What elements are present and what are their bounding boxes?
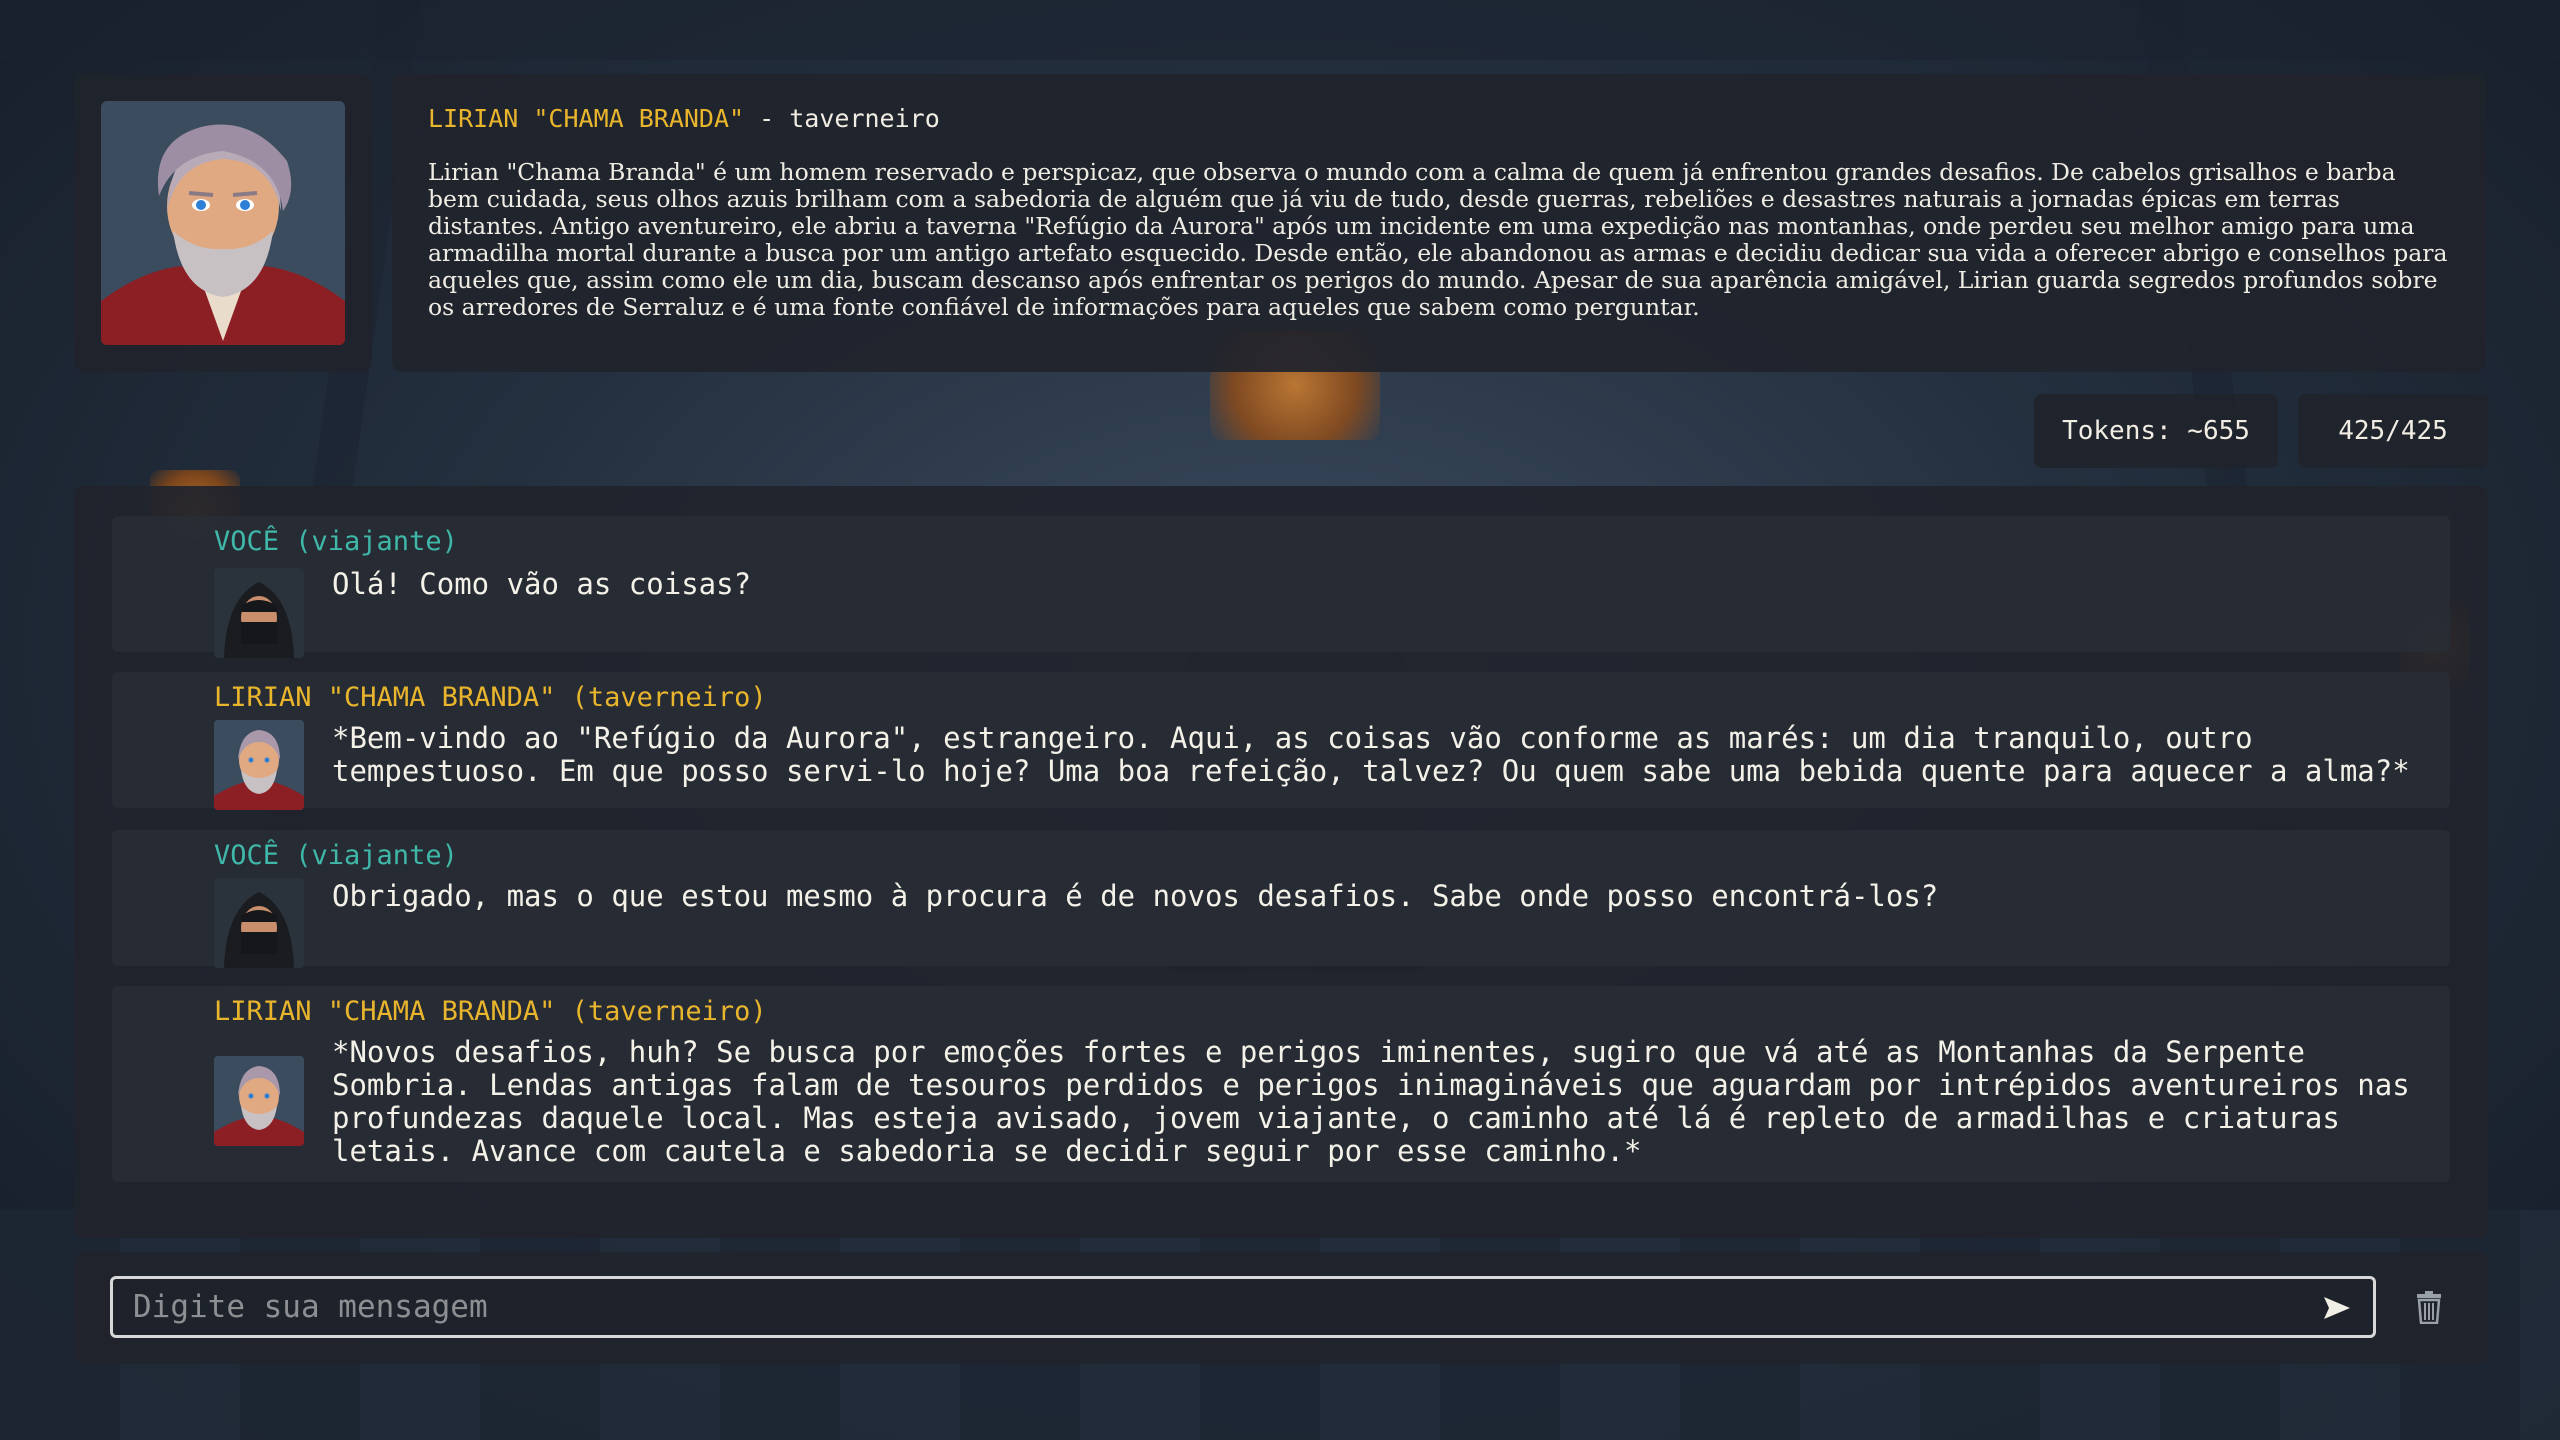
npc-title-separator: - (744, 104, 790, 133)
message-author: LIRIAN "CHAMA BRANDA" (taverneiro) (214, 996, 767, 1027)
message-text: Obrigado, mas o que estou mesmo à procur… (332, 879, 1939, 913)
character-counter: 425/425 (2298, 394, 2488, 468)
npc-avatar (214, 720, 304, 810)
npc-portrait-panel (74, 74, 372, 372)
clear-chat-button[interactable] (2404, 1282, 2454, 1332)
npc-portrait (101, 101, 345, 345)
user-avatar (214, 878, 304, 968)
chat-log[interactable]: VOCÊ (viajante) Olá! Como vão as coisas?… (74, 486, 2488, 1238)
message-input[interactable] (110, 1276, 2376, 1338)
message-text: *Bem-vindo ao "Refúgio da Aurora", estra… (332, 721, 2410, 788)
chat-message: VOCÊ (viajante) Obrigado, mas o que esto… (112, 830, 2450, 968)
message-text: Olá! Como vão as coisas? (332, 567, 752, 601)
message-author: LIRIAN "CHAMA BRANDA" (taverneiro) (214, 682, 767, 713)
npc-avatar (214, 1056, 304, 1146)
message-composer (74, 1252, 2488, 1364)
message-text: *Novos desafios, huh? Se busca por emoçõ… (332, 1035, 2410, 1168)
send-arrow-icon (2324, 1297, 2350, 1319)
npc-name: LIRIAN "CHAMA BRANDA" (428, 104, 745, 133)
send-button[interactable] (2314, 1288, 2360, 1328)
user-avatar (214, 568, 304, 658)
npc-bio-text: Lirian "Chama Branda" é um homem reserva… (428, 158, 2448, 321)
chat-message: LIRIAN "CHAMA BRANDA" (taverneiro) *Bem-… (112, 672, 2450, 810)
chat-message: LIRIAN "CHAMA BRANDA" (taverneiro) *Novo… (112, 986, 2450, 1182)
chat-message: VOCÊ (viajante) Olá! Como vão as coisas? (112, 516, 2450, 658)
npc-role: taverneiro (789, 104, 940, 133)
trash-icon (2417, 1291, 2441, 1324)
npc-bio-panel: LIRIAN "CHAMA BRANDA" - taverneiro Liria… (392, 74, 2486, 372)
npc-title: LIRIAN "CHAMA BRANDA" - taverneiro (428, 104, 2450, 133)
token-counter: Tokens: ~655 (2034, 394, 2278, 468)
message-author: VOCÊ (viajante) (214, 526, 458, 557)
message-author: VOCÊ (viajante) (214, 840, 458, 871)
